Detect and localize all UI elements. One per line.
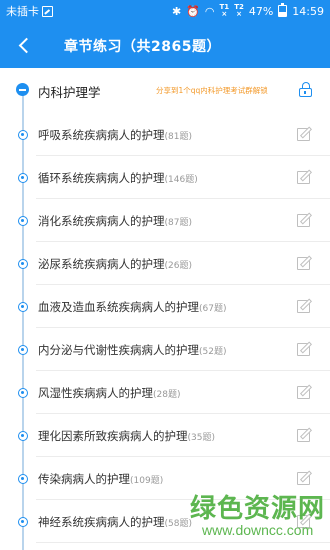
chevron-left-icon bbox=[18, 37, 34, 53]
chapter-label: 传染病病人的护理(109题) bbox=[38, 472, 164, 486]
no-sim-icon bbox=[42, 5, 53, 17]
edit-icon[interactable] bbox=[297, 255, 313, 271]
chapter-count: (146题) bbox=[164, 175, 198, 185]
chapter-count: (87题) bbox=[164, 218, 192, 228]
chapter-label: 理化因素所致疾病病人的护理(35题) bbox=[38, 429, 215, 443]
chapter-row[interactable]: 血液及造血系统疾病病人的护理(67题) bbox=[0, 285, 330, 328]
status-right: ✱ ⏰ ◠ T1 × T2 × 47% 14:59 bbox=[172, 3, 324, 18]
chapter-count: (58题) bbox=[164, 519, 192, 529]
chapter-label: 血液及造血系统疾病病人的护理(67题) bbox=[38, 300, 227, 314]
chapter-list: 内科护理学 分享到1个qq内科护理考试群解锁 呼吸系统疾病病人的护理(81题) … bbox=[0, 68, 330, 550]
chapter-label: 泌尿系统疾病病人的护理(26题) bbox=[38, 257, 192, 271]
chapter-label: 消化系统疾病病人的护理(87题) bbox=[38, 214, 192, 228]
subject-title: 内科护理学 bbox=[38, 85, 101, 100]
edit-icon[interactable] bbox=[297, 427, 313, 443]
chapter-count: (52题) bbox=[199, 347, 227, 357]
subject-header[interactable]: 内科护理学 分享到1个qq内科护理考试群解锁 bbox=[0, 68, 330, 112]
chapter-row[interactable]: 风湿性疾病病人的护理(28题) bbox=[0, 371, 330, 414]
sim2-signal-icon: T2 × bbox=[234, 3, 244, 18]
watermark-cn: 绿色资源网 bbox=[190, 494, 326, 524]
battery-icon bbox=[278, 3, 288, 17]
chapter-row[interactable]: 呼吸系统疾病病人的护理(81题) bbox=[0, 113, 330, 156]
chapter-row[interactable]: 理化因素所致疾病病人的护理(35题) bbox=[0, 414, 330, 457]
timeline-dot-icon bbox=[17, 431, 28, 441]
battery-text: 47% bbox=[248, 4, 274, 18]
status-bar: 未插卡 ✱ ⏰ ◠ T1 × T2 × 47% 14:59 bbox=[0, 0, 330, 22]
chapter-label: 内分泌与代谢性疾病病人的护理(52题) bbox=[38, 343, 227, 357]
edit-icon[interactable] bbox=[297, 126, 313, 142]
edit-icon[interactable] bbox=[297, 341, 313, 357]
timeline-dot-icon bbox=[17, 130, 28, 140]
share-unlock-link[interactable]: 分享到1个qq内科护理考试群解锁 bbox=[156, 85, 268, 96]
chapter-label: 循环系统疾病病人的护理(146题) bbox=[38, 171, 198, 185]
chapter-count: (67题) bbox=[199, 304, 227, 314]
chapter-count: (81题) bbox=[164, 132, 192, 142]
edit-icon[interactable] bbox=[297, 470, 313, 486]
timeline-dot-icon bbox=[17, 259, 28, 269]
back-button[interactable] bbox=[8, 30, 40, 60]
chapter-row[interactable]: 内分泌与代谢性疾病病人的护理(52题) bbox=[0, 328, 330, 371]
app-bar: 章节练习（共2865题） bbox=[0, 22, 330, 68]
chapter-label: 神经系统疾病病人的护理(58题) bbox=[38, 515, 192, 529]
chapter-row[interactable]: 循环系统疾病病人的护理(146题) bbox=[0, 156, 330, 199]
page-title: 章节练习（共2865题） bbox=[64, 39, 221, 55]
wifi-icon: ◠ bbox=[204, 4, 215, 18]
chapter-row[interactable]: 泌尿系统疾病病人的护理(26题) bbox=[0, 242, 330, 285]
timeline-dot-icon bbox=[17, 216, 28, 226]
timeline-dot-icon bbox=[17, 474, 28, 484]
chapter-label: 呼吸系统疾病病人的护理(81题) bbox=[38, 128, 192, 142]
timeline-dot-icon bbox=[17, 173, 28, 183]
timeline-dot-icon bbox=[17, 517, 28, 527]
edit-icon[interactable] bbox=[297, 384, 313, 400]
lock-icon[interactable] bbox=[299, 82, 312, 98]
sim1-signal-icon: T1 × bbox=[219, 3, 230, 18]
watermark: 绿色资源网 www.downcc.com bbox=[190, 488, 326, 546]
status-left: 未插卡 bbox=[6, 3, 53, 19]
chapter-count: (28题) bbox=[153, 390, 181, 400]
chapter-row[interactable]: 消化系统疾病病人的护理(87题) bbox=[0, 199, 330, 242]
carrier-text: 未插卡 bbox=[6, 5, 39, 18]
chapter-label: 风湿性疾病病人的护理(28题) bbox=[38, 386, 181, 400]
timeline-dot-icon bbox=[17, 302, 28, 312]
edit-icon[interactable] bbox=[297, 298, 313, 314]
edit-icon[interactable] bbox=[297, 169, 313, 185]
chapter-count: (26题) bbox=[164, 261, 192, 271]
bluetooth-icon: ✱ bbox=[172, 4, 182, 18]
collapse-icon[interactable] bbox=[16, 83, 29, 96]
edit-icon[interactable] bbox=[297, 212, 313, 228]
clock: 14:59 bbox=[292, 4, 324, 18]
alarm-icon: ⏰ bbox=[186, 4, 200, 18]
timeline-dot-icon bbox=[17, 345, 28, 355]
timeline-dot-icon bbox=[17, 388, 28, 398]
chapter-count: (109题) bbox=[130, 476, 164, 486]
watermark-url: www.downcc.com bbox=[202, 522, 314, 538]
chapter-count: (35题) bbox=[187, 433, 215, 443]
